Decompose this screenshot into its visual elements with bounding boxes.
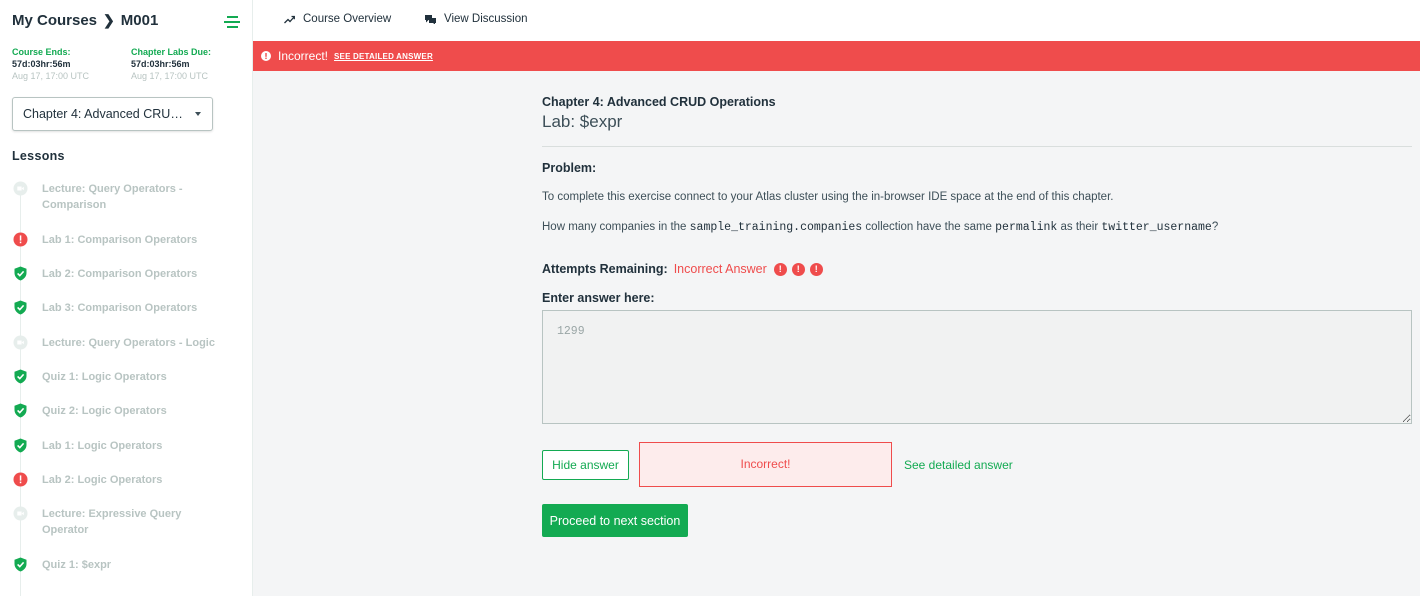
correct-shield-icon [13, 438, 28, 453]
course-ends-date: Aug 17, 17:00 UTC [12, 71, 90, 81]
alert-see-detailed-link[interactable]: SEE DETAILED ANSWER [334, 52, 433, 61]
timeline-line [20, 190, 21, 596]
sidebar-lesson-label: Quiz 2: Logic Operators [42, 405, 167, 417]
discussion-icon [425, 15, 436, 24]
sidebar-lesson-label: Lab 2: Comparison Operators [42, 268, 198, 280]
correct-shield-icon [13, 369, 28, 384]
menu-collapse-icon[interactable] [224, 15, 240, 29]
breadcrumb-my-courses[interactable]: My Courses [12, 12, 97, 29]
top-nav: Course Overview View Discussion [253, 0, 1420, 41]
trend-icon [284, 15, 295, 23]
hide-answer-button[interactable]: Hide answer [542, 449, 629, 480]
sidebar: My Courses ❯ M001 Course Ends: 57d:03hr:… [0, 0, 253, 596]
attempts-remaining: Attempts Remaining: Incorrect Answer ! !… [542, 262, 1412, 276]
proceed-button[interactable]: Proceed to next section [542, 504, 688, 537]
lab-content: Chapter 4: Advanced CRUD Operations Lab:… [542, 95, 1412, 537]
chapter-select[interactable]: Chapter 4: Advanced CRUD Operations [12, 97, 213, 131]
video-lesson-icon [13, 335, 28, 350]
correct-shield-icon [13, 266, 28, 281]
divider [542, 146, 1412, 147]
alert-message: Incorrect! [278, 49, 329, 63]
answer-input[interactable]: 1299 [542, 310, 1412, 424]
problem-label: Problem: [542, 161, 597, 175]
code-twitter-username: twitter_username [1101, 221, 1212, 234]
chapter-heading: Chapter 4: Advanced CRUD Operations [542, 95, 776, 109]
code-permalink: permalink [995, 221, 1058, 234]
sidebar-lesson-label: Lecture: Query Operators - Comparison [42, 183, 183, 211]
correct-shield-icon [13, 403, 28, 418]
course-overview-label: Course Overview [303, 13, 392, 25]
sidebar-lesson-label: Lecture: Query Operators - Logic [42, 337, 215, 349]
problem-text: To complete this exercise connect to you… [542, 191, 1114, 203]
course-ends-label: Course Ends: [12, 47, 71, 57]
sidebar-lesson-label: Lab 1: Comparison Operators [42, 234, 198, 246]
see-detailed-answer-link[interactable]: See detailed answer [904, 458, 1013, 472]
view-discussion-label: View Discussion [444, 13, 528, 25]
correct-shield-icon [13, 557, 28, 572]
sidebar-lesson-label: Quiz 1: Logic Operators [42, 371, 167, 383]
sidebar-lesson-label: Lab 2: Logic Operators [42, 474, 163, 486]
code-collection: sample_training.companies [689, 221, 863, 234]
labs-due-label: Chapter Labs Due: [131, 47, 212, 57]
video-lesson-icon [13, 181, 28, 196]
view-discussion-link[interactable]: View Discussion [425, 13, 528, 25]
alert-icon [261, 51, 271, 61]
incorrect-status-icon [13, 472, 28, 487]
labs-due-countdown: 57d:03hr:56m [131, 59, 190, 69]
labs-due: Chapter Labs Due: 57d:03hr:56m Aug 17, 1… [131, 46, 211, 82]
correct-shield-icon [13, 300, 28, 315]
chevron-right-icon: ❯ [103, 12, 115, 28]
problem-question: How many companies in the sample_trainin… [542, 219, 1412, 236]
attempt-failed-icon: ! [773, 262, 787, 276]
attempt-failed-icon: ! [809, 262, 823, 276]
attempt-failed-icon: ! [791, 262, 805, 276]
question-text-2: collection have the same [862, 221, 996, 233]
course-ends: Course Ends: 57d:03hr:56m Aug 17, 17:00 … [12, 46, 89, 82]
sidebar-lesson-label: Lab 3: Comparison Operators [42, 302, 198, 314]
attempts-label: Attempts Remaining: [542, 262, 668, 276]
question-text-1: How many companies in the [542, 221, 690, 233]
incorrect-feedback: Incorrect! [639, 442, 892, 487]
sidebar-lesson-label: Lecture: Expressive Query Operator [42, 508, 182, 536]
caret-down-icon [195, 112, 201, 116]
labs-due-date: Aug 17, 17:00 UTC [131, 71, 209, 81]
question-text-4: ? [1211, 221, 1219, 233]
video-lesson-icon [13, 506, 28, 521]
answer-actions: Hide answer Incorrect! See detailed answ… [542, 442, 1412, 487]
page-title: Lab: $expr [542, 112, 623, 131]
attempt-indicators: ! ! ! [773, 262, 823, 276]
incorrect-alert-bar: Incorrect! SEE DETAILED ANSWER [253, 41, 1420, 71]
incorrect-status-icon [13, 232, 28, 247]
attempts-status: Incorrect Answer [673, 262, 767, 276]
sidebar-lesson-label: Lab 1: Logic Operators [42, 440, 163, 452]
lessons-title: Lessons [12, 149, 65, 163]
course-overview-link[interactable]: Course Overview [284, 13, 391, 25]
breadcrumb: My Courses ❯ M001 [12, 12, 158, 29]
breadcrumb-course: M001 [120, 12, 159, 29]
answer-label: Enter answer here: [542, 291, 655, 305]
chapter-select-value: Chapter 4: Advanced CRUD Operations [23, 107, 212, 121]
course-ends-countdown: 57d:03hr:56m [12, 59, 71, 69]
question-text-3: as their [1057, 221, 1102, 233]
sidebar-lesson-label: Quiz 1: $expr [42, 559, 112, 571]
